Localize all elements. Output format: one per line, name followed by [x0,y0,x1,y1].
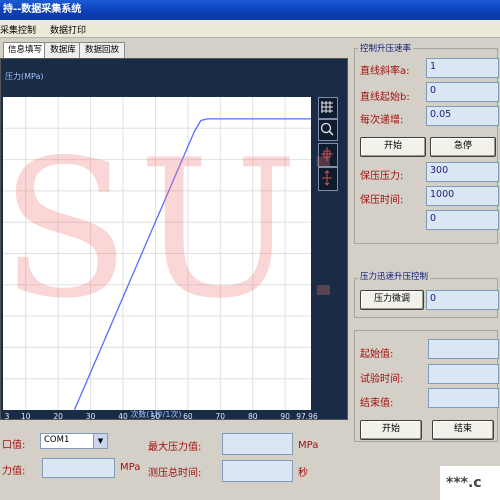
hold-time-field[interactable]: 1000 [426,186,499,206]
tab-playback[interactable]: 数据回放 [79,42,125,59]
tab-database[interactable]: 数据库 [44,42,82,59]
x-tick-label: 97.96 [296,412,318,419]
test-time-field[interactable] [428,364,499,384]
tab-strip: 信息填写 数据库 数据回放 [0,42,125,59]
fast-pressure-title: 压力迅速升压控制 [358,270,431,282]
pressure-field[interactable] [42,458,115,478]
total-time-field[interactable] [222,460,293,482]
pressure-chart: 压力(MPa) 3 10 20 30 40 50 60 70 80 90 97.96 次数(1秒/1… [3,71,318,419]
pressure-fine-tune-button[interactable]: 压力微调 [360,290,424,310]
x-tick-label: 60 [183,412,193,419]
result-end-button[interactable]: 结束 [432,420,494,440]
test-time-label: 试验时间: [360,374,404,385]
port-label: 口值: [2,440,26,451]
window-title: 持--数据采集系统 [3,4,82,15]
grid-icon[interactable] [318,97,338,119]
start-value-label: 起始值: [360,349,394,360]
end-value-label: 结束值: [360,398,394,409]
start-offset-field[interactable]: 0 [426,82,499,102]
speed-control-title: 控制升压速率 [358,42,414,54]
step-label: 每次递增: [360,115,404,126]
cursor-icon[interactable] [318,143,338,167]
emergency-stop-button[interactable]: 急停 [430,137,496,157]
speed-start-button[interactable]: 开始 [360,137,426,157]
total-time-label: 测压总时间: [148,468,202,479]
corner-watermark: ***.c [440,466,500,500]
max-pressure-field[interactable] [222,433,293,455]
chart-panel: 压力(MPa) 3 10 20 30 40 50 60 70 80 90 97.96 次数(1秒/1… [0,58,348,420]
hold-time-label: 保压时间: [360,195,404,206]
total-time-unit: 秒 [298,468,308,479]
zoom-icon[interactable] [318,119,338,141]
port-select[interactable]: COM1 ▼ [40,433,108,449]
end-value-field[interactable] [428,388,499,408]
x-tick-label: 3 [5,412,10,419]
tab-info[interactable]: 信息填写 [3,42,47,59]
menu-item-print[interactable]: 数据打印 [50,23,86,36]
slope-label: 直线斜率a: [360,66,410,77]
start-offset-label: 直线起始b: [360,92,410,103]
pan-icon[interactable] [318,167,338,191]
extra-value-field[interactable]: 0 [426,210,499,230]
x-tick-label: 90 [280,412,290,419]
hold-pressure-label: 保压压力: [360,171,404,182]
pressure-label: 力值: [2,466,26,477]
menu-bar: 采集控制 数据打印 [0,20,500,38]
hold-pressure-field[interactable]: 300 [426,162,499,182]
slope-field[interactable]: 1 [426,58,499,78]
x-tick-label: 80 [248,412,258,419]
pressure-fine-tune-field[interactable]: 0 [426,290,499,310]
start-value-field[interactable] [428,339,499,359]
x-tick-label: 10 [21,412,31,419]
max-pressure-label: 最大压力值: [148,442,202,453]
x-axis-label: 次数(1秒/1次) [130,409,181,419]
y-axis-label: 压力(MPa) [5,71,44,81]
x-tick-label: 70 [216,412,226,419]
port-select-value: COM1 [44,435,70,445]
x-tick-label: 20 [53,412,63,419]
max-pressure-unit: MPa [298,440,319,451]
window-title-bar: 持--数据采集系统 [0,0,500,20]
step-field[interactable]: 0.05 [426,106,499,126]
x-tick-label: 30 [86,412,96,419]
menu-item-acquire[interactable]: 采集控制 [0,23,36,36]
pressure-unit: MPa [120,462,141,473]
result-start-button[interactable]: 开始 [360,420,422,440]
chevron-down-icon[interactable]: ▼ [93,434,107,448]
x-tick-label: 40 [118,412,128,419]
